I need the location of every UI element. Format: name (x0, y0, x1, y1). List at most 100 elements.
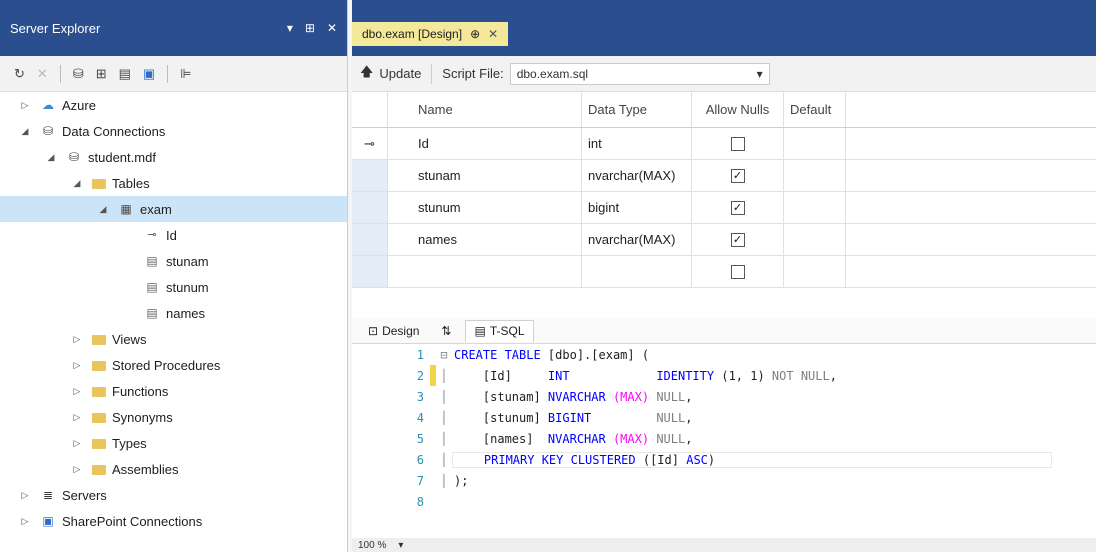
collapse-icon[interactable]: ⊟ (436, 348, 452, 362)
collapsed-arrow-icon[interactable]: ▷ (18, 516, 32, 527)
default-cell[interactable] (784, 224, 846, 255)
primary-key-icon[interactable]: ⊸ (352, 128, 388, 159)
code-line[interactable]: 1 ⊟ CREATE TABLE [dbo].[exam] ( (352, 344, 1096, 365)
tree-item[interactable]: ▷ ☁ Azure (0, 92, 347, 118)
grid-row[interactable]: stunam nvarchar(MAX) ✓ (352, 160, 1096, 192)
column-name-cell[interactable]: stunam (388, 160, 582, 191)
code-line[interactable]: 8 (352, 491, 1096, 512)
tsql-editor[interactable]: 1 ⊟ CREATE TABLE [dbo].[exam] (2 │ [Id] INT… (352, 344, 1096, 534)
tree-item[interactable]: ▷ ▣ SharePoint Connections (0, 508, 347, 534)
column-name-cell[interactable]: names (388, 224, 582, 255)
collapsed-arrow-icon[interactable]: ▷ (70, 412, 84, 423)
data-type-cell[interactable] (582, 256, 692, 287)
data-type-cell[interactable]: nvarchar(MAX) (582, 160, 692, 191)
collapsed-arrow-icon[interactable]: ▷ (18, 490, 32, 501)
default-cell[interactable] (784, 256, 846, 287)
tree-item[interactable]: ◢ ⛁ Data Connections (0, 118, 347, 144)
allow-nulls-checkbox[interactable] (730, 136, 745, 151)
grid-row[interactable]: names nvarchar(MAX) ✓ (352, 224, 1096, 256)
default-cell[interactable] (784, 128, 846, 159)
collapsed-arrow-icon[interactable]: ▷ (18, 100, 32, 111)
connect-server-icon[interactable]: ⊞ (96, 66, 107, 82)
tree-item[interactable]: ◢ ⛁ student.mdf (0, 144, 347, 170)
dropdown-icon[interactable]: ▾ (287, 21, 293, 35)
column-name-cell[interactable]: stunum (388, 192, 582, 223)
tree-item[interactable]: ◢ Tables (0, 170, 347, 196)
expanded-arrow-icon[interactable]: ◢ (44, 152, 58, 163)
zoom-level[interactable]: 100 % (358, 540, 386, 551)
zoom-dropdown-icon[interactable]: ▾ (398, 540, 403, 551)
tree-item[interactable]: ▷ ≣ Servers (0, 482, 347, 508)
collapsed-arrow-icon[interactable]: ▷ (70, 334, 84, 345)
tab-dbo-exam-design[interactable]: dbo.exam [Design] ⊕ ✕ (352, 22, 509, 46)
column-header-allow-nulls[interactable]: Allow Nulls (692, 92, 784, 127)
script-file-select[interactable]: dbo.exam.sql ▾ (509, 62, 770, 85)
tree-item[interactable]: ◢ ▦ exam (0, 196, 347, 222)
column-header-data-type[interactable]: Data Type (582, 92, 692, 127)
data-type-cell[interactable]: nvarchar(MAX) (582, 224, 692, 255)
tab-design[interactable]: ⊡ Design (360, 320, 427, 342)
filter-icon[interactable]: ⊫ (180, 66, 191, 82)
tree-item[interactable]: ▷ Assemblies (0, 456, 347, 482)
allow-nulls-checkbox[interactable]: ✓ (730, 200, 745, 215)
tree-item[interactable]: ▷ Synonyms (0, 404, 347, 430)
code-text: ); (452, 474, 468, 488)
row-selector[interactable] (352, 224, 388, 255)
allow-nulls-checkbox[interactable]: ✓ (730, 168, 745, 183)
select-all-corner[interactable] (352, 92, 388, 127)
stop-icon[interactable]: ✕ (37, 66, 48, 82)
code-line[interactable]: 2 │ [Id] INT IDENTITY (1, 1) NOT NULL, (352, 365, 1096, 386)
connect-database-icon[interactable]: ⛁ (73, 66, 84, 82)
default-cell[interactable] (784, 160, 846, 191)
allow-nulls-checkbox[interactable] (730, 264, 745, 279)
pin-icon[interactable]: ⊞ (305, 21, 315, 35)
column-header-default[interactable]: Default (784, 92, 846, 127)
code-line[interactable]: 5 │ [names] NVARCHAR (MAX) NULL, (352, 428, 1096, 449)
row-selector[interactable] (352, 192, 388, 223)
close-icon[interactable]: ✕ (327, 21, 337, 35)
swap-panes-icon[interactable]: ⇅ (441, 324, 451, 338)
update-button[interactable]: Update (379, 66, 421, 81)
grid-row[interactable]: ⊸ Id int (352, 128, 1096, 160)
tree-item[interactable]: ▤ stunum (0, 274, 347, 300)
collapsed-arrow-icon[interactable]: ▷ (70, 438, 84, 449)
tree-item[interactable]: ▷ Views (0, 326, 347, 352)
collapsed-arrow-icon[interactable]: ▷ (70, 386, 84, 397)
grid-row[interactable] (352, 256, 1096, 288)
tree-item[interactable]: ▷ Stored Procedures (0, 352, 347, 378)
expanded-arrow-icon[interactable]: ◢ (70, 178, 84, 189)
designer-view-tabs: ⊡ Design ⇅ ▤ T-SQL (352, 318, 1096, 344)
collapsed-arrow-icon[interactable]: ▷ (70, 360, 84, 371)
data-type-cell[interactable]: int (582, 128, 692, 159)
allow-nulls-checkbox[interactable]: ✓ (730, 232, 745, 247)
code-line[interactable]: 4 │ [stunum] BIGINT NULL, (352, 407, 1096, 428)
column-header-name[interactable]: Name (388, 92, 582, 127)
tree-item[interactable]: ▤ stunam (0, 248, 347, 274)
line-number: 5 (416, 431, 424, 446)
tree-item[interactable]: ⊸ Id (0, 222, 347, 248)
close-tab-icon[interactable]: ✕ (488, 27, 498, 41)
data-type-cell[interactable]: bigint (582, 192, 692, 223)
tab-tsql[interactable]: ▤ T-SQL (465, 319, 534, 342)
code-line[interactable]: 7 │); (352, 470, 1096, 491)
column-name-cell[interactable] (388, 256, 582, 287)
azure-connect-icon[interactable]: ▣ (143, 66, 155, 82)
tree-item[interactable]: ▷ Functions (0, 378, 347, 404)
code-line[interactable]: 6 │ PRIMARY KEY CLUSTERED ([Id] ASC) (352, 449, 1096, 470)
default-cell[interactable] (784, 192, 846, 223)
column-name-cell[interactable]: Id (388, 128, 582, 159)
grid-row[interactable]: stunum bigint ✓ (352, 192, 1096, 224)
expanded-arrow-icon[interactable]: ◢ (18, 126, 32, 137)
code-line[interactable]: 3 │ [stunam] NVARCHAR (MAX) NULL, (352, 386, 1096, 407)
expanded-arrow-icon[interactable]: ◢ (96, 204, 110, 215)
columns-grid: Name Data Type Allow Nulls Default ⊸ Id in… (352, 92, 1096, 298)
sharepoint-connect-icon[interactable]: ▤ (119, 66, 131, 82)
row-selector[interactable] (352, 160, 388, 191)
pin-tab-icon[interactable]: ⊕ (470, 27, 480, 41)
refresh-icon[interactable]: ↻ (14, 66, 25, 82)
tree-item[interactable]: ▷ Types (0, 430, 347, 456)
collapsed-arrow-icon[interactable]: ▷ (70, 464, 84, 475)
tab-design-label: Design (382, 323, 420, 338)
row-selector[interactable] (352, 256, 388, 287)
tree-item[interactable]: ▤ names (0, 300, 347, 326)
